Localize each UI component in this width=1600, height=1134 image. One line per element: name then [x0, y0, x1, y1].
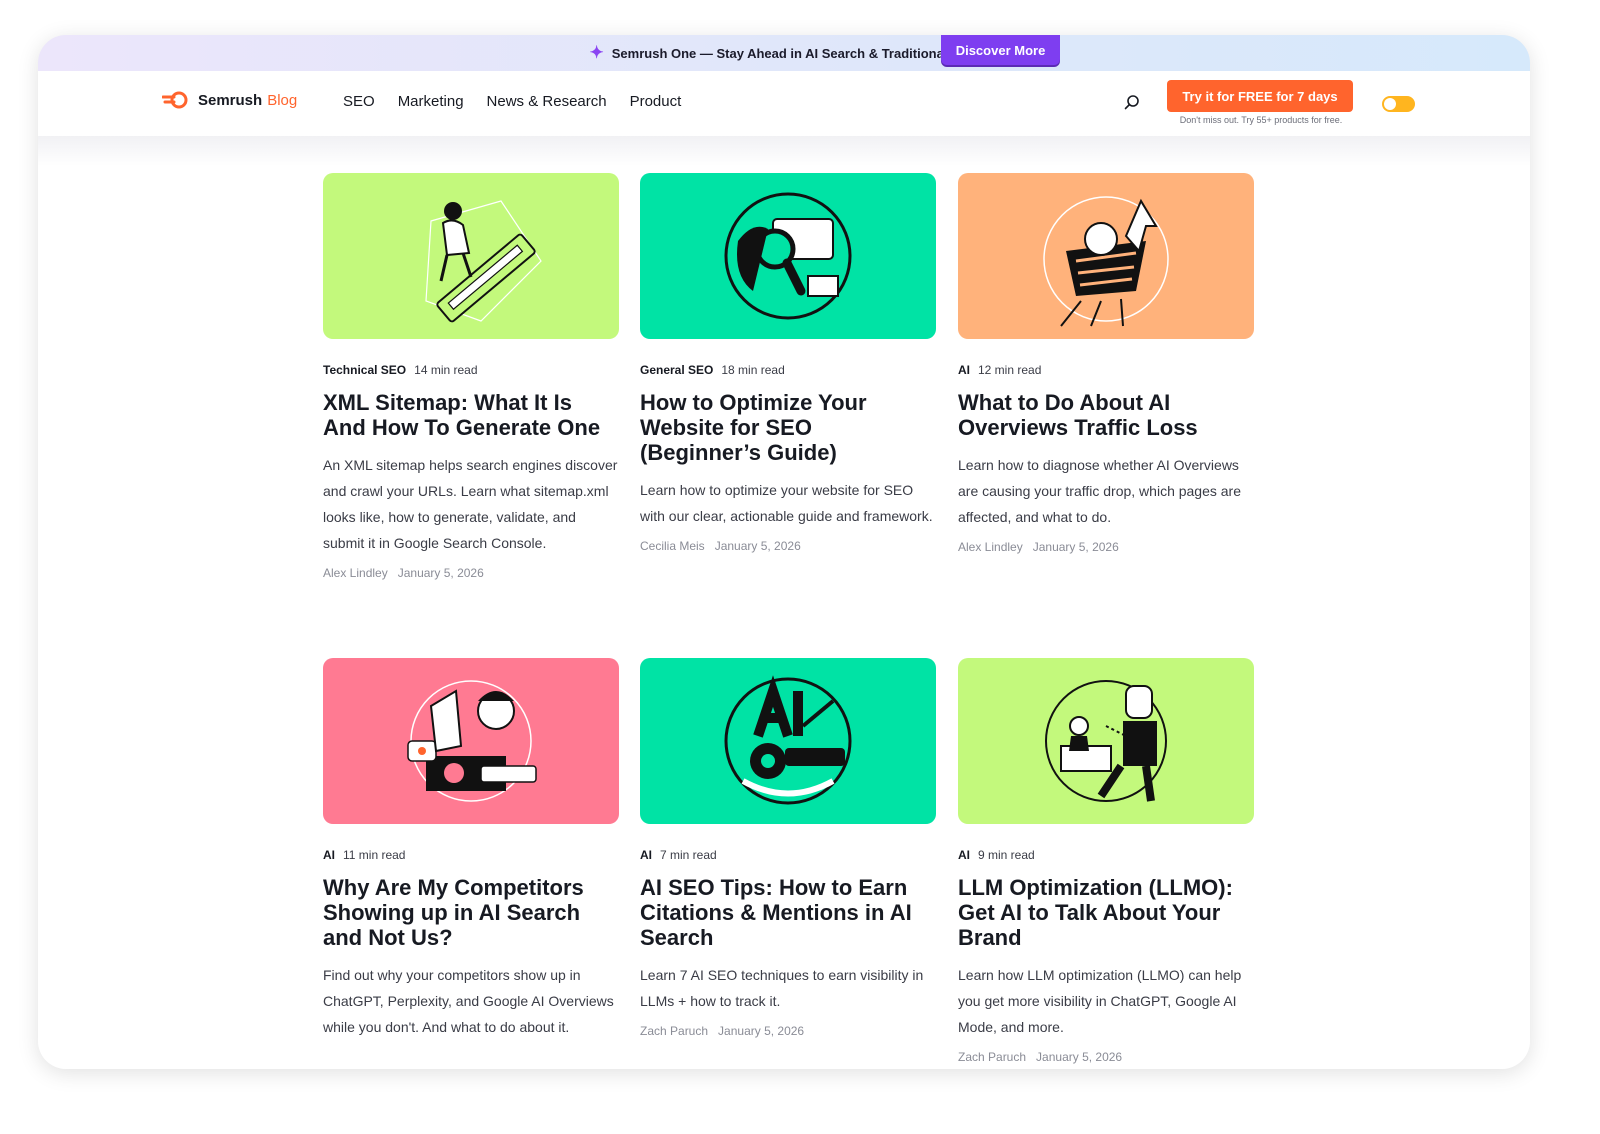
article-image[interactable]	[958, 658, 1254, 824]
article-image[interactable]	[323, 658, 619, 824]
article-category[interactable]: Technical SEO	[323, 363, 406, 377]
article-category[interactable]: AI	[640, 848, 652, 862]
article-category[interactable]: AI	[958, 848, 970, 862]
read-time: 7 min read	[660, 848, 717, 862]
article-description: Learn how LLM optimization (LLMO) can he…	[958, 967, 1242, 1035]
main-menu: SEO Marketing News & Research Product	[343, 93, 681, 110]
magnifier-illustration-icon	[724, 192, 852, 320]
article-author[interactable]: Alex Lindley	[323, 566, 388, 580]
article-author[interactable]: Alex Lindley	[958, 540, 1023, 554]
browser-frame: ✦ Semrush One — Stay Ahead in AI Search …	[38, 35, 1530, 1069]
try-free-button[interactable]: Try it for FREE for 7 days	[1167, 80, 1353, 112]
article-title[interactable]: What to Do About AI Overviews Traffic Lo…	[958, 390, 1254, 440]
article-title[interactable]: AI SEO Tips: How to Earn Citations & Men…	[640, 875, 936, 950]
read-time: 9 min read	[978, 848, 1035, 862]
competitor-illustration-icon	[407, 680, 537, 802]
semrush-logo[interactable]: Semrush Blog	[162, 91, 297, 109]
article-date: January 5, 2026	[1036, 1050, 1123, 1064]
read-time: 14 min read	[414, 363, 478, 377]
top-nav: Semrush Blog SEO Marketing News & Resear…	[38, 71, 1530, 136]
article-description: Learn 7 AI SEO techniques to earn visibi…	[640, 967, 924, 1009]
article-category[interactable]: AI	[958, 363, 970, 377]
article-image[interactable]	[958, 173, 1254, 339]
content-top-band	[38, 136, 1530, 166]
article-description: Learn how to optimize your website for S…	[640, 482, 933, 524]
read-time: 12 min read	[978, 363, 1042, 377]
theme-toggle[interactable]	[1382, 96, 1415, 112]
sparkle-icon: ✦	[589, 43, 604, 62]
article-date: January 5, 2026	[718, 1024, 805, 1038]
article-date: January 5, 2026	[1032, 540, 1119, 554]
article-image[interactable]	[640, 658, 936, 824]
article-card[interactable]: AI 9 min read LLM Optimization (LLMO): Ge…	[958, 658, 1254, 1064]
article-description: An XML sitemap helps search engines disc…	[323, 457, 618, 551]
article-title[interactable]: Why Are My Competitors Showing up in AI …	[323, 875, 619, 950]
toggle-knob	[1384, 98, 1396, 110]
article-description: Find out why your competitors show up in…	[323, 967, 614, 1035]
robot-illustration-icon	[1045, 680, 1167, 802]
article-title[interactable]: How to Optimize Your Website for SEO (Be…	[640, 390, 936, 465]
article-title[interactable]: XML Sitemap: What It Is And How To Gener…	[323, 390, 619, 440]
article-card[interactable]: General SEO 18 min read How to Optimize Y…	[640, 173, 936, 553]
try-free-subtext: Don't miss out. Try 55+ products for fre…	[1179, 115, 1343, 125]
promo-text: Semrush One — Stay Ahead in AI Search & …	[611, 45, 979, 61]
article-card[interactable]: AI 11 min read Why Are My Competitors Sho…	[323, 658, 619, 1064]
article-grid: Technical SEO 14 min read XML Sitemap: Wh…	[38, 136, 1530, 1069]
article-image[interactable]	[640, 173, 936, 339]
article-date: January 5, 2026	[714, 539, 801, 553]
article-description: Learn how to diagnose whether AI Overvie…	[958, 457, 1242, 525]
discover-more-button[interactable]: Discover More	[941, 35, 1060, 65]
article-card[interactable]: Technical SEO 14 min read XML Sitemap: Wh…	[323, 173, 619, 580]
article-author[interactable]: Zach Paruch	[640, 1024, 708, 1038]
article-author[interactable]: Zach Paruch	[958, 1050, 1026, 1064]
brand-name: Semrush	[198, 91, 263, 109]
article-date: January 5, 2026	[397, 566, 484, 580]
article-card[interactable]: AI 7 min read AI SEO Tips: How to Earn Ci…	[640, 658, 936, 1038]
article-card[interactable]: AI 12 min read What to Do About AI Overvi…	[958, 173, 1254, 554]
menu-item-marketing[interactable]: Marketing	[398, 93, 464, 110]
brand-suffix: Blog	[267, 91, 298, 109]
article-category[interactable]: AI	[323, 848, 335, 862]
basket-illustration-icon	[1043, 196, 1169, 327]
menu-item-seo[interactable]: SEO	[343, 93, 375, 110]
semrush-flame-icon	[162, 91, 188, 109]
menu-item-news-research[interactable]: News & Research	[487, 93, 607, 110]
read-time: 18 min read	[721, 363, 785, 377]
search-icon[interactable]	[1124, 94, 1140, 110]
ai-rating-illustration-icon	[724, 675, 852, 805]
menu-item-product[interactable]: Product	[630, 93, 682, 110]
article-category[interactable]: General SEO	[640, 363, 713, 377]
article-image[interactable]	[323, 173, 619, 339]
article-title[interactable]: LLM Optimization (LLMO): Get AI to Talk …	[958, 875, 1254, 950]
read-time: 11 min read	[343, 848, 406, 862]
promo-banner: ✦ Semrush One — Stay Ahead in AI Search …	[38, 35, 1530, 71]
article-author[interactable]: Cecilia Meis	[640, 539, 705, 553]
sitemap-illustration-icon	[425, 200, 542, 323]
